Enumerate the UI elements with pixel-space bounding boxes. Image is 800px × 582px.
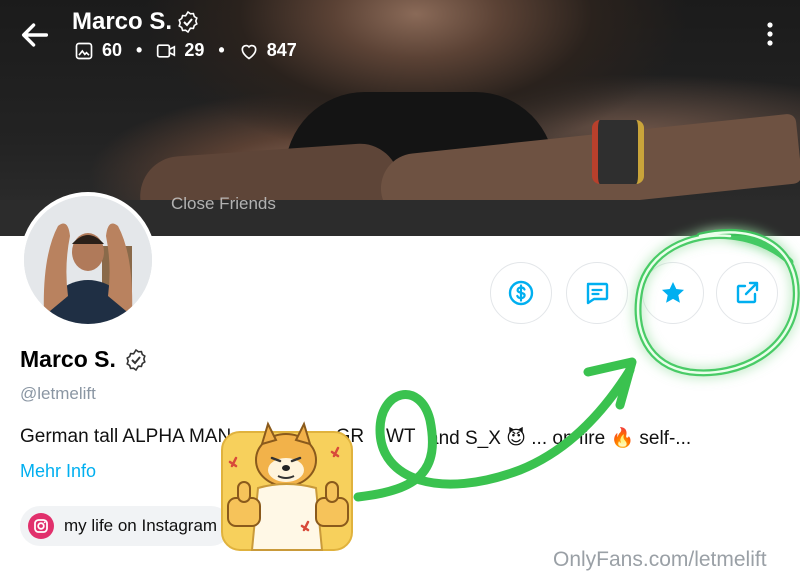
video-count: 29 [184,40,205,60]
back-arrow-icon[interactable] [18,18,52,52]
avatar[interactable] [20,192,156,328]
instagram-link[interactable]: my life on Instagram [20,506,232,546]
photo-count: 60 [102,40,123,60]
header-title: Marco S. [72,8,173,35]
profile-handle: @letmelift [20,384,96,403]
bio-text: German tall ALPHA MAN [20,426,232,447]
like-count: 847 [266,40,297,60]
video-icon [157,43,176,58]
watermark: OnlyFans.com/letmelift [553,548,767,571]
more-options-icon[interactable] [760,20,780,48]
bio-text-3: WT [386,426,416,447]
bio-text-4: and S_X 😈 ... on fire 🔥 self-... [428,428,692,449]
share-button[interactable] [716,262,778,324]
dollar-icon [508,280,534,306]
verified-icon [176,10,200,34]
message-icon [586,282,609,305]
shiba-sticker [221,421,353,551]
profile-name: Marco S. [20,346,116,372]
instagram-icon [28,513,54,539]
heart-icon [241,44,257,59]
image-icon [75,42,93,59]
tip-button[interactable] [490,262,552,324]
instagram-link-label: my life on Instagram [64,516,218,535]
star-icon [662,282,684,303]
verified-icon [124,348,148,372]
header-stats: 60 • 29 • 847 [74,40,297,61]
cover-caption: Close Friends [171,194,276,213]
message-button[interactable] [566,262,628,324]
favorite-button[interactable] [642,262,704,324]
profile-bio: German tall ALPHA MAN r GR WT and S_X 😈 … [20,426,691,449]
cover-watch [592,120,644,184]
more-info-link[interactable]: Mehr Info [20,461,96,482]
share-icon [736,281,759,304]
